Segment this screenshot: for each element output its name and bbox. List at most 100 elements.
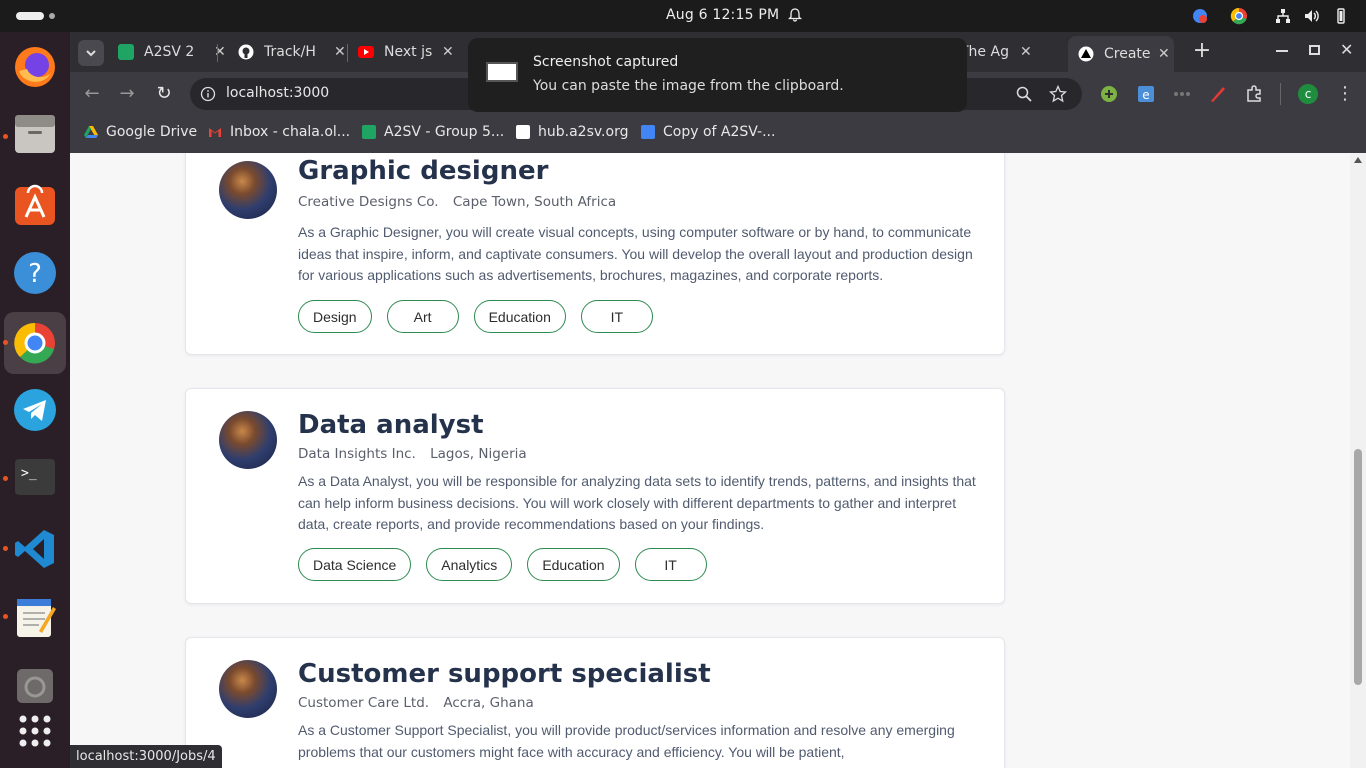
power-icon[interactable] [1332, 7, 1350, 25]
tag-analytics[interactable]: Analytics [426, 548, 513, 581]
youtube-icon [358, 46, 374, 58]
screenshot-notification[interactable]: Screenshot captured You can paste the im… [468, 38, 967, 112]
tab-track[interactable]: Track/H ✕ [228, 37, 346, 67]
dock-running-indicator [3, 340, 8, 345]
bookmarks-bar: Google Drive Inbox - chala.ol... A2SV - … [70, 116, 1366, 153]
new-tab-button[interactable]: + [1190, 40, 1214, 64]
extension-dots-icon[interactable] [1172, 85, 1192, 103]
sheets-icon [118, 44, 134, 60]
docs-icon [641, 125, 655, 139]
notification-body: You can paste the image from the clipboa… [533, 78, 844, 94]
reload-icon[interactable]: ↻ [154, 84, 174, 104]
tag-it[interactable]: IT [634, 548, 707, 581]
tag-education[interactable]: Education [473, 300, 566, 333]
system-top-bar: Aug 6 12:15 PM [0, 0, 1366, 32]
zoom-icon[interactable] [1016, 86, 1032, 102]
job-description: As a Graphic Designer, you will create v… [298, 224, 973, 283]
minimize-button[interactable] [1276, 50, 1288, 52]
scrollbar-thumb[interactable] [1354, 449, 1362, 685]
chrome-dock-icon[interactable] [12, 320, 58, 366]
job-location: Lagos, Nigeria [430, 446, 527, 462]
job-location: Accra, Ghana [443, 695, 534, 711]
app-indicator-icon[interactable] [1191, 7, 1209, 25]
bookmark-hub-a2sv[interactable]: hub.a2sv.org [516, 124, 628, 140]
job-tags: Data Science Analytics Education IT [298, 548, 707, 581]
telegram-icon[interactable] [12, 387, 58, 433]
chevron-down-icon [86, 50, 96, 57]
job-location: Cape Town, South Africa [452, 194, 617, 210]
firefox-icon[interactable] [12, 44, 58, 90]
company-logo [219, 161, 277, 219]
profile-avatar[interactable]: c [1298, 84, 1318, 104]
system-clock[interactable]: Aug 6 12:15 PM [666, 7, 779, 23]
notification-title: Screenshot captured [533, 54, 679, 70]
tag-data-science[interactable]: Data Science [298, 548, 412, 581]
scroll-up-arrow-icon[interactable] [1354, 157, 1362, 163]
extension-e-icon[interactable]: e [1137, 85, 1155, 103]
tag-design[interactable]: Design [298, 300, 372, 333]
url-text[interactable]: localhost:3000 [226, 85, 329, 101]
google-drive-icon [84, 126, 98, 138]
tag-education[interactable]: Education [527, 548, 620, 581]
dock-running-indicator [3, 614, 8, 619]
tag-it[interactable]: IT [580, 300, 653, 333]
network-icon[interactable] [1274, 7, 1292, 25]
app-center-icon[interactable] [12, 182, 58, 228]
maximize-button[interactable] [1309, 45, 1320, 55]
company-name: Creative Designs Co. [298, 194, 439, 210]
job-tags: Design Art Education IT [298, 300, 653, 333]
bookmark-copy-of-a2sv[interactable]: Copy of A2SV-... [641, 124, 775, 140]
job-meta: Data Insights Inc. Lagos, Nigeria [298, 446, 527, 462]
back-arrow-icon[interactable]: ← [82, 84, 102, 104]
site-info-icon[interactable] [200, 86, 216, 102]
page-scrollbar[interactable] [1350, 153, 1366, 768]
bookmark-inbox[interactable]: Inbox - chala.ol... [208, 124, 350, 140]
close-tab-icon[interactable]: ✕ [214, 44, 226, 60]
job-card[interactable]: Graphic designer Creative Designs Co. Ca… [185, 153, 1005, 355]
job-card[interactable]: Data analyst Data Insights Inc. Lagos, N… [185, 388, 1005, 604]
company-logo [219, 411, 277, 469]
bookmark-a2sv-group[interactable]: A2SV - Group 5... [362, 124, 504, 140]
job-card[interactable]: Customer support specialist Customer Car… [185, 637, 1005, 768]
svg-text:e: e [1142, 88, 1149, 102]
dock-running-indicator [3, 546, 8, 551]
dock-running-indicator [3, 476, 8, 481]
tab-search-button[interactable] [78, 40, 104, 66]
screenshot-thumbnail [486, 62, 518, 82]
notification-bell-icon[interactable] [788, 8, 802, 22]
job-title[interactable]: Customer support specialist [298, 659, 711, 689]
close-window-button[interactable]: ✕ [1340, 40, 1356, 60]
help-icon[interactable]: ? [12, 250, 58, 296]
tag-art[interactable]: Art [386, 300, 459, 333]
vscode-icon[interactable] [12, 526, 58, 572]
job-title[interactable]: Graphic designer [298, 156, 548, 186]
sheets-icon [362, 125, 376, 139]
job-title[interactable]: Data analyst [298, 410, 484, 440]
nextjs-icon [1078, 46, 1094, 62]
close-tab-icon[interactable]: ✕ [442, 44, 454, 60]
text-editor-icon[interactable] [12, 594, 58, 640]
close-tab-icon[interactable]: ✕ [1020, 44, 1032, 60]
show-apps-icon[interactable] [12, 708, 58, 754]
close-tab-icon[interactable]: ✕ [334, 44, 346, 60]
extensions-puzzle-icon[interactable] [1245, 85, 1263, 103]
bookmark-google-drive[interactable]: Google Drive [84, 124, 197, 140]
close-tab-icon[interactable]: ✕ [1158, 46, 1170, 62]
bookmark-star-icon[interactable] [1049, 85, 1067, 103]
tab-a2sv[interactable]: A2SV 2 ✕ [108, 37, 226, 67]
terminal-icon[interactable]: >_ [12, 454, 58, 500]
extension-pen-icon[interactable] [1209, 85, 1227, 103]
toolbar-separator [1280, 83, 1281, 105]
tab-next-js[interactable]: Next js ✕ [348, 37, 454, 67]
tab-create-active[interactable]: Create ✕ [1068, 36, 1174, 72]
disk-icon[interactable] [12, 662, 58, 708]
workspace-dot [49, 13, 55, 19]
chrome-tray-icon[interactable] [1230, 7, 1248, 25]
extension-plus-icon[interactable] [1100, 85, 1118, 103]
activities-indicator[interactable] [16, 12, 44, 20]
files-icon[interactable] [12, 112, 58, 158]
job-description: As a Customer Support Specialist, you wi… [298, 722, 955, 760]
browser-menu-icon[interactable]: ⋮ [1336, 84, 1354, 104]
volume-icon[interactable] [1303, 7, 1321, 25]
forward-arrow-icon[interactable]: → [117, 84, 137, 104]
